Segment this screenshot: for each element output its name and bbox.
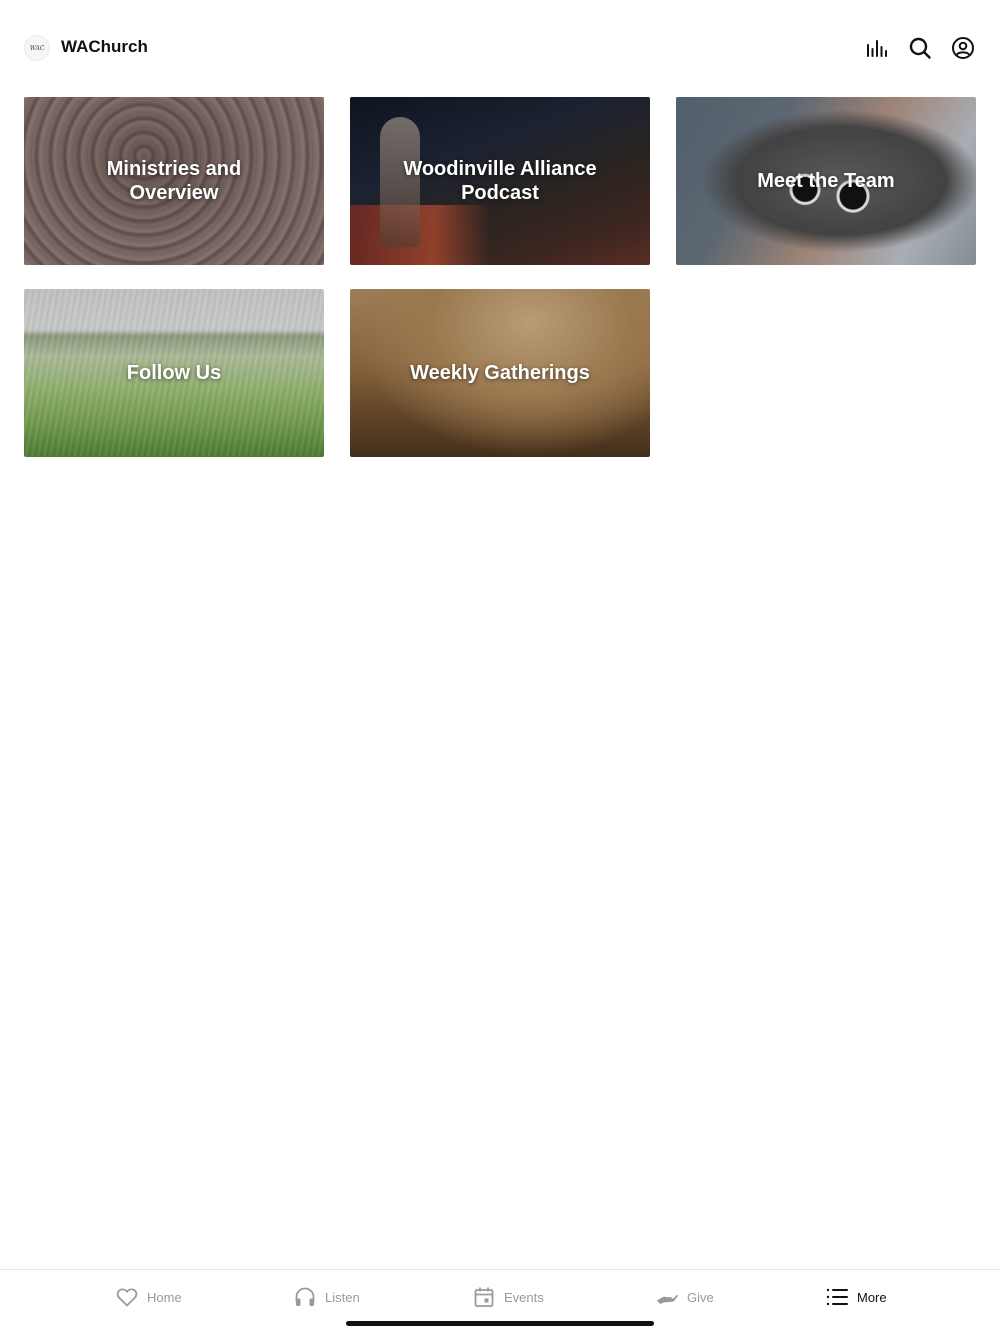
app-header: WAC WAChurch	[0, 0, 1000, 96]
headphones-icon	[293, 1285, 317, 1309]
tab-label-home: Home	[147, 1289, 182, 1305]
logo-text: WAC	[29, 44, 45, 52]
tab-listen[interactable]: Listen	[293, 1284, 360, 1310]
tile-meet-the-team[interactable]: Meet the Team	[676, 97, 976, 265]
tile-label: Woodinville Alliance Podcast	[403, 158, 597, 204]
calendar-icon	[472, 1285, 496, 1309]
tile-label: Meet the Team	[757, 170, 895, 192]
tab-label-give: Give	[687, 1289, 714, 1305]
tab-label-events: Events	[504, 1289, 544, 1305]
tab-label-more: More	[857, 1289, 887, 1305]
tile-ministries-overview[interactable]: Ministries and Overview	[24, 97, 324, 265]
church-logo[interactable]: WAC	[24, 35, 50, 61]
heart-icon	[115, 1285, 139, 1309]
tab-give[interactable]: Give	[655, 1284, 714, 1310]
tab-home[interactable]: Home	[115, 1284, 182, 1310]
tile-label: Follow Us	[126, 362, 222, 384]
tile-podcast[interactable]: Woodinville Alliance Podcast	[350, 97, 650, 265]
account-icon[interactable]	[951, 36, 975, 60]
app-title: WAChurch	[61, 37, 148, 56]
tab-events[interactable]: Events	[472, 1284, 544, 1310]
tab-more[interactable]: More	[825, 1284, 887, 1310]
tile-label: Ministries and Overview	[106, 158, 242, 204]
tab-label-listen: Listen	[325, 1289, 360, 1305]
tile-label: Weekly Gatherings	[410, 362, 590, 384]
search-icon[interactable]	[908, 36, 932, 60]
tile-follow-us[interactable]: Follow Us	[24, 289, 324, 457]
tile-weekly-gatherings[interactable]: Weekly Gatherings	[350, 289, 650, 457]
list-icon	[825, 1285, 849, 1309]
equalizer-icon[interactable]	[865, 36, 889, 60]
home-indicator	[346, 1321, 654, 1326]
giving-hand-icon	[655, 1285, 679, 1309]
